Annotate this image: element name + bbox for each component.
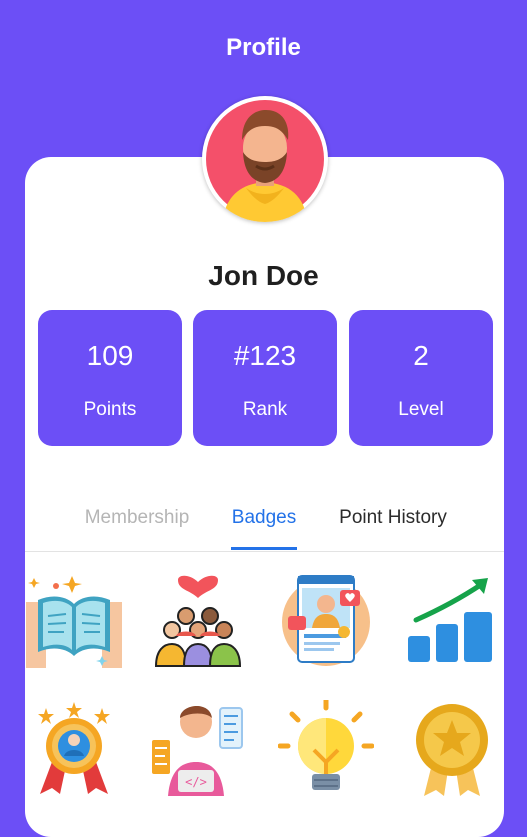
user-name: Jon Doe [208, 260, 319, 291]
tab-membership[interactable]: Membership [72, 507, 202, 529]
badge-item[interactable] [26, 572, 122, 668]
star-rosette-icon [416, 704, 488, 796]
stat-value: #123 [233, 340, 297, 371]
badge-item[interactable]: </> [150, 700, 246, 796]
growth-chart-icon [408, 578, 492, 662]
open-book-icon [26, 576, 122, 668]
stat-card-level: 2 Level [349, 310, 493, 446]
award-medal-icon [38, 702, 110, 794]
stat-card-points: 109 Points [38, 310, 182, 446]
stat-value: 109 [86, 340, 134, 371]
stat-label: Points [83, 399, 137, 420]
stat-value: 2 [413, 340, 429, 371]
badge-item[interactable] [278, 572, 374, 668]
badge-item[interactable] [404, 572, 500, 668]
stat-label: Rank [242, 399, 288, 420]
badge-item[interactable] [26, 700, 122, 796]
social-post-icon [282, 575, 370, 666]
avatar[interactable] [202, 96, 328, 222]
active-tab-indicator [231, 547, 297, 550]
tab-point-history[interactable]: Point History [325, 507, 461, 529]
tab-badges[interactable]: Badges [226, 507, 302, 529]
badge-item[interactable] [150, 572, 246, 668]
page-title: Profile [226, 34, 301, 61]
developer-icon: </> [152, 705, 243, 796]
stat-card-rank: #123 Rank [193, 310, 337, 446]
svg-text:</>: </> [185, 775, 207, 789]
stat-label: Level [398, 399, 444, 420]
idea-bulb-icon [277, 697, 375, 790]
man-with-beard-avatar-icon [206, 100, 324, 222]
badge-item[interactable] [277, 697, 375, 796]
community-heart-icon [154, 575, 242, 667]
badge-item[interactable] [404, 700, 500, 796]
tabs-divider [25, 551, 504, 552]
